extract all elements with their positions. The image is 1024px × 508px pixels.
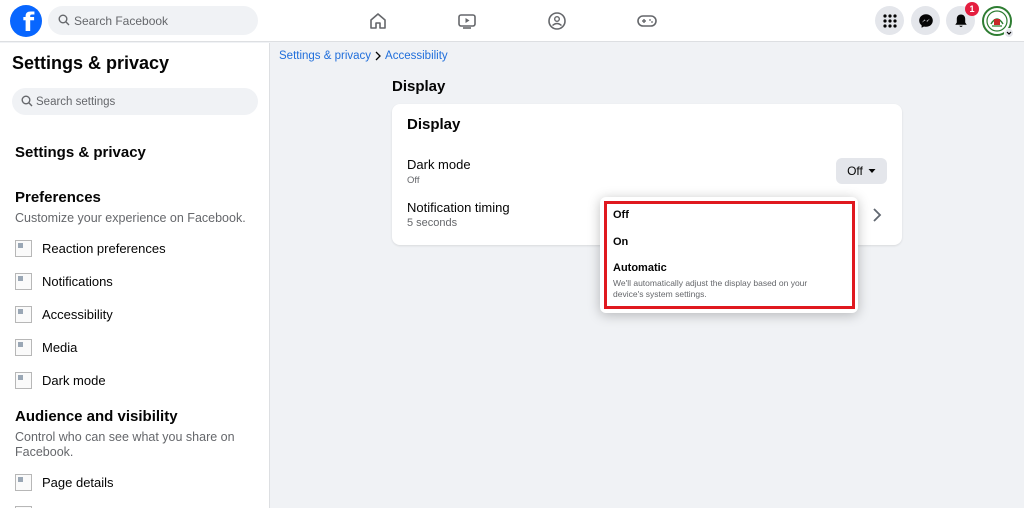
settings-search-input[interactable] [36,88,246,115]
audience-heading: Audience and visibility [15,408,178,425]
preferences-subtitle: Customize your experience on Facebook. [15,211,246,225]
automatic-option-description: We'll automatically adjust the display b… [613,278,808,299]
sidebar-item-partial[interactable] [15,503,260,508]
gamepad-icon [637,15,657,27]
dark-mode-icon [15,371,32,389]
notification-count-badge: 1 [965,2,979,16]
facebook-search-box[interactable] [48,6,258,35]
breadcrumb: Settings & privacy Accessibility [279,50,448,62]
messenger-icon [918,13,933,28]
dark-mode-option-automatic[interactable]: Automatic [613,262,667,274]
caret-down-icon [868,169,876,173]
groups-nav-button[interactable] [544,8,570,34]
media-icon [15,338,32,356]
search-icon [58,14,70,26]
audience-subtitle: Control who can see what you share on Fa… [15,430,235,459]
account-caret[interactable] [1004,28,1014,38]
dark-mode-value: Off [407,175,420,186]
facebook-logo[interactable]: f [10,5,42,37]
chevron-down-icon [1006,31,1012,35]
grid-menu-icon [882,13,897,28]
sidebar-item-label: Media [42,339,78,355]
dark-mode-option-off[interactable]: Off [613,209,629,221]
dark-mode-dropdown-button[interactable]: Off [836,158,887,184]
page-details-icon [15,473,32,491]
watch-nav-button[interactable] [454,8,480,34]
reaction-preferences-icon [15,239,32,257]
top-navigation-bar: f 1 [0,0,1024,42]
preferences-heading: Preferences [15,189,101,206]
sidebar-item-label: Reaction preferences [42,240,166,256]
bell-icon [954,14,967,27]
sidebar-item-accessibility[interactable]: Accessibility [15,303,260,325]
sidebar-item-media[interactable]: Media [15,336,260,358]
gaming-nav-button[interactable] [634,8,660,34]
sidebar-section-settings-privacy[interactable]: Settings & privacy [15,144,146,161]
sidebar-item-notifications[interactable]: Notifications [15,270,260,292]
sidebar-item-label: Dark mode [42,372,106,388]
home-icon [370,13,386,29]
menu-button[interactable] [875,6,904,35]
chevron-right-icon[interactable] [872,207,882,223]
dark-mode-button-label: Off [847,164,863,178]
breadcrumb-current-link[interactable]: Accessibility [385,50,448,62]
video-icon [458,14,476,29]
logo-letter: f [22,8,35,37]
breadcrumb-parent-link[interactable]: Settings & privacy [279,50,371,62]
notifications-icon [15,272,32,290]
card-title: Display [407,116,461,133]
facebook-search-input[interactable] [74,6,254,35]
page-section-title: Display [392,78,446,95]
settings-sidebar: Settings & privacy Settings & privacy Pr… [0,43,270,508]
settings-search-box[interactable] [12,88,258,115]
sidebar-item-dark-mode[interactable]: Dark mode [15,369,260,391]
chevron-right-icon [375,51,381,61]
sidebar-title: Settings & privacy [12,53,170,73]
notification-timing-label[interactable]: Notification timing [407,200,510,215]
sidebar-item-page-details[interactable]: Page details [15,471,260,493]
dark-mode-label: Dark mode [407,157,471,172]
sidebar-item-label: Notifications [42,273,113,289]
search-icon [21,95,33,107]
dark-mode-option-on[interactable]: On [613,236,628,248]
accessibility-icon [15,305,32,323]
groups-icon [548,12,566,30]
sidebar-item-label: Page details [42,474,114,490]
sidebar-item-reaction-preferences[interactable]: Reaction preferences [15,237,260,259]
messenger-button[interactable] [911,6,940,35]
home-nav-button[interactable] [365,8,391,34]
notification-timing-value: 5 seconds [407,217,458,229]
sidebar-item-label: Accessibility [42,306,113,322]
